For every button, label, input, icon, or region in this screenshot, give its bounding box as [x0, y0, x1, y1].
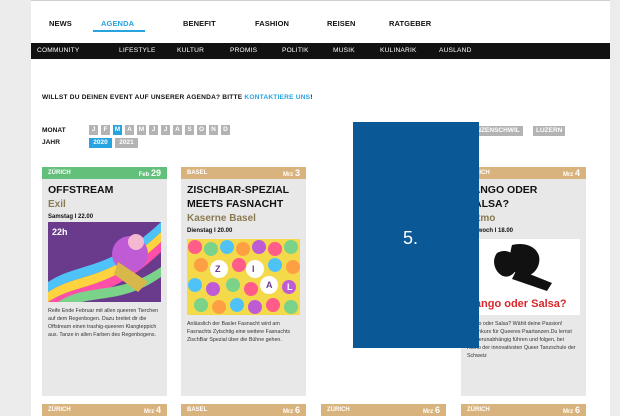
- card-description: Reife Ende Februar mit allen queeren Tie…: [48, 308, 159, 338]
- month-button[interactable]: J: [161, 125, 170, 135]
- event-card-peek[interactable]: ZÜRICH Mrz 6: [461, 404, 586, 416]
- tango-artwork: Tango oder Salsa?: [467, 239, 580, 315]
- page: NEWS AGENDA BENEFIT FASHION REISEN RATGE…: [31, 0, 610, 416]
- nav-fashion[interactable]: FASHION: [255, 19, 289, 28]
- card-description: Tango oder Salsa? Wählt deine Passion! C…: [467, 321, 576, 359]
- event-card-tango[interactable]: ZÜRICH Mrz 4 TANGO ODER SALSA? Ritmo Mit…: [461, 167, 586, 396]
- month-button[interactable]: F: [101, 125, 110, 135]
- nav-reisen[interactable]: REISEN: [327, 19, 356, 28]
- subnav-kulinarik[interactable]: KULINARIK: [380, 47, 417, 54]
- main-nav: NEWS AGENDA BENEFIT FASHION REISEN RATGE…: [31, 16, 610, 32]
- event-card-peek[interactable]: ZÜRICH Mrz 4: [42, 404, 167, 416]
- card-header: ZÜRICH Feb 29: [42, 167, 167, 179]
- city-filter-luzern[interactable]: LUZERN: [533, 126, 566, 136]
- card-venue: Exil: [48, 199, 66, 210]
- subnav-politik[interactable]: POLITIK: [282, 47, 309, 54]
- nav-active-underline: [93, 30, 145, 32]
- month-button[interactable]: A: [125, 125, 134, 135]
- card-date: Mrz 3: [282, 168, 300, 178]
- card-time: Samstag I 22.00: [48, 214, 94, 220]
- month-button[interactable]: S: [185, 125, 194, 135]
- year-button[interactable]: 2021: [115, 138, 138, 148]
- submit-event-prompt: WILLST DU DEINEN EVENT AUF UNSERER AGEND…: [42, 94, 313, 101]
- card-header: BASEL Mrz 3: [181, 167, 306, 179]
- zischbar-artwork-letter: L: [287, 282, 293, 292]
- card-title[interactable]: OFFSTREAM: [48, 183, 163, 197]
- event-image-offstream[interactable]: 22h: [48, 222, 161, 302]
- nav-benefit[interactable]: BENEFIT: [183, 19, 216, 28]
- nav-news[interactable]: NEWS: [49, 19, 72, 28]
- overlay-label: 5.: [403, 228, 419, 248]
- contact-link[interactable]: KONTAKTIERE UNS: [244, 94, 310, 101]
- month-button[interactable]: D: [221, 125, 230, 135]
- overlay-box: 5.: [353, 122, 479, 348]
- nav-ratgeber[interactable]: RATGEBER: [389, 19, 431, 28]
- month-button-selected[interactable]: M: [113, 125, 122, 135]
- offstream-artwork: 22h: [48, 222, 161, 302]
- month-button[interactable]: N: [209, 125, 218, 135]
- nav-agenda[interactable]: AGENDA: [101, 19, 134, 28]
- event-card-offstream[interactable]: ZÜRICH Feb 29 OFFSTREAM Exil Samstag I 2…: [42, 167, 167, 396]
- card-date: Feb 29: [138, 168, 161, 178]
- month-button[interactable]: J: [149, 125, 158, 135]
- subnav-community[interactable]: COMMUNITY: [37, 47, 79, 54]
- month-button[interactable]: O: [197, 125, 206, 135]
- event-card-peek[interactable]: BASEL Mrz 6: [181, 404, 306, 416]
- event-image-zischbar[interactable]: Z I A L: [187, 239, 300, 315]
- card-venue: Kaserne Basel: [187, 213, 256, 224]
- event-card-peek[interactable]: ZÜRICH Mrz 6: [321, 404, 446, 416]
- month-button[interactable]: A: [173, 125, 182, 135]
- card-time: Dienstag I 20.00: [187, 228, 233, 234]
- zischbar-artwork-letter: Z: [215, 264, 221, 274]
- card-title[interactable]: ZISCHBAR-SPEZIAL MEETS FASNACHT: [187, 183, 302, 211]
- zischbar-dots-artwork: Z I A L: [187, 239, 300, 315]
- subnav-promis[interactable]: PROMIS: [230, 47, 257, 54]
- subnav-ausland[interactable]: AUSLAND: [439, 47, 472, 54]
- month-button[interactable]: M: [137, 125, 146, 135]
- tango-artwork-title: Tango oder Salsa?: [469, 298, 567, 310]
- month-label: MONAT: [42, 127, 66, 134]
- card-date: Mrz 4: [562, 168, 580, 178]
- card-header: ZÜRICH Mrz 4: [461, 167, 586, 179]
- offstream-artwork-time: 22h: [52, 227, 68, 237]
- zischbar-artwork-letter: I: [252, 264, 255, 274]
- year-label: JAHR: [42, 139, 60, 146]
- month-button[interactable]: J: [89, 125, 98, 135]
- subnav-kultur[interactable]: KULTUR: [177, 47, 204, 54]
- sub-nav: COMMUNITY LIFESTYLE KULTUR PROMIS POLITI…: [31, 43, 610, 59]
- card-city: BASEL: [187, 170, 208, 176]
- subnav-musik[interactable]: MUSIK: [333, 47, 355, 54]
- event-card-zischbar[interactable]: BASEL Mrz 3 ZISCHBAR-SPEZIAL MEETS FASNA…: [181, 167, 306, 396]
- event-image-tango[interactable]: Tango oder Salsa?: [467, 239, 580, 315]
- card-city: ZÜRICH: [48, 170, 71, 176]
- card-description: Anlässlich der Basler Fasnacht wird am F…: [187, 321, 291, 343]
- year-button-selected[interactable]: 2020: [89, 138, 112, 148]
- card-title[interactable]: TANGO ODER SALSA?: [467, 183, 582, 211]
- subnav-lifestyle[interactable]: LIFESTYLE: [119, 47, 156, 54]
- top-border: [31, 0, 610, 1]
- zischbar-artwork-letter: A: [266, 280, 273, 290]
